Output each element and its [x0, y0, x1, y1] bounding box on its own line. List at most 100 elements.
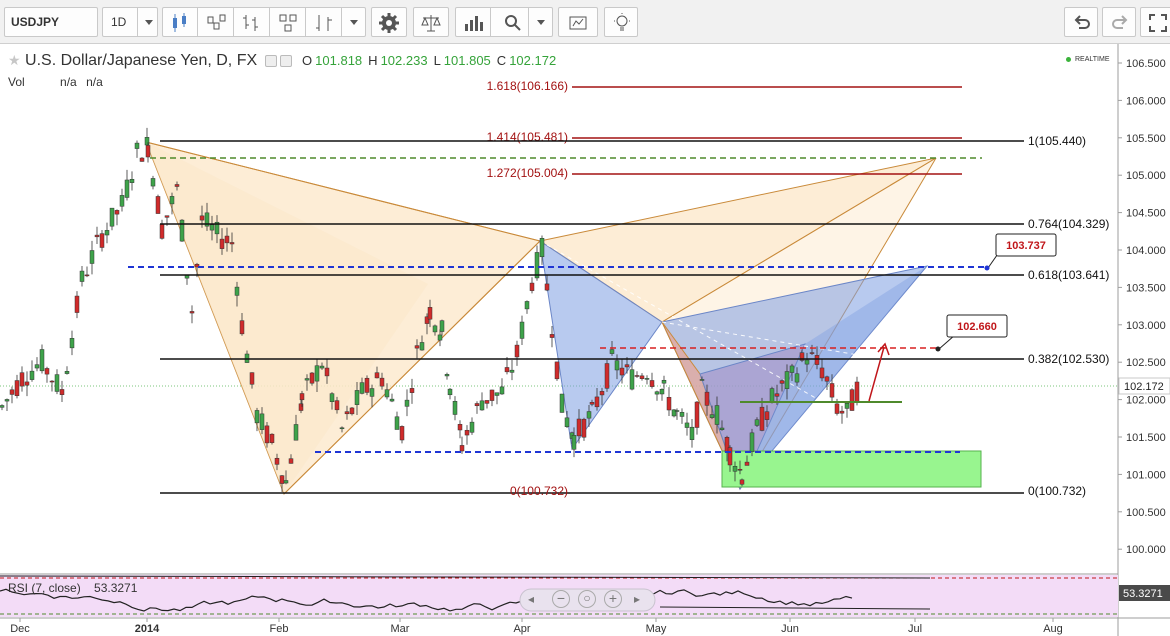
interval-select[interactable]: 1D [102, 7, 158, 37]
candle-body [334, 400, 340, 411]
candle-body [704, 391, 710, 406]
redo-button[interactable] [1102, 7, 1136, 37]
scroll-left-icon[interactable]: ◂ [528, 592, 534, 606]
candle-body [288, 458, 294, 464]
current-price-marker: 102.172 [1118, 377, 1170, 395]
fib-level-label: 0.382(102.530) [1028, 352, 1109, 366]
candle-body [124, 179, 130, 198]
svg-text:102.172: 102.172 [1124, 381, 1164, 393]
candle-body [739, 479, 745, 485]
candle-body [649, 380, 655, 387]
settings-icon[interactable] [279, 54, 292, 67]
star-icon[interactable]: ★ [8, 52, 21, 68]
bars-style-icon[interactable] [241, 12, 263, 34]
candles-style-icon[interactable] [169, 12, 191, 34]
candle-body [614, 360, 620, 371]
zoom-in-icon[interactable]: + [604, 590, 622, 608]
candle-body [759, 406, 765, 431]
candle-body [559, 393, 565, 413]
candle-body [554, 361, 560, 380]
tools-caret-icon[interactable] [537, 20, 545, 25]
search-icon[interactable] [502, 12, 524, 34]
vol-value: n/a [60, 75, 77, 89]
compare-icon[interactable] [277, 12, 299, 34]
candle-body [44, 368, 50, 375]
time-tick-label: Jun [781, 623, 799, 635]
price-chart[interactable]: 106.500 106.000 105.500 105.000 104.500 104.0… [0, 44, 1170, 636]
style-caret-icon[interactable] [350, 20, 358, 25]
interval-text: 1D [111, 15, 127, 29]
candle-body [794, 373, 800, 383]
candle-body [155, 196, 161, 214]
scroll-right-icon[interactable]: ▸ [634, 592, 640, 606]
candle-body [814, 355, 820, 365]
snapshot-button[interactable] [558, 7, 598, 37]
price-tick-label: 101.500 [1126, 432, 1166, 444]
compare-scale-button[interactable] [413, 7, 449, 37]
candle-body [529, 282, 535, 291]
lightbulb-icon [611, 12, 633, 34]
candle-body [709, 414, 715, 418]
volume-legend: Vol n/a n/a [8, 75, 109, 89]
candle-body [689, 426, 695, 440]
candle-body [719, 427, 725, 430]
bar-chart-icon[interactable] [462, 12, 484, 34]
time-tick-label: Dec [10, 623, 30, 635]
candle-body [354, 390, 360, 405]
time-tick-label: Apr [513, 623, 530, 635]
candle-body [644, 378, 650, 380]
candle-body [539, 238, 545, 258]
candle-body [586, 411, 592, 419]
candle-body [224, 235, 230, 244]
ideas-button[interactable] [604, 7, 638, 37]
candle-body [139, 157, 145, 162]
candle-body [764, 411, 770, 420]
candle-body [654, 391, 660, 395]
candle-body [209, 224, 215, 231]
candle-body [447, 388, 453, 396]
candle-body [784, 371, 790, 389]
candle-body [409, 388, 415, 393]
candle-body [659, 388, 665, 395]
candle-body [534, 252, 540, 279]
candle-body [744, 461, 750, 466]
open-value: 101.818 [315, 53, 363, 68]
candle-body [437, 334, 443, 341]
candle-body [109, 207, 115, 227]
candle-body [159, 224, 165, 239]
candle-body [679, 412, 685, 417]
candle-body [571, 435, 577, 450]
low-value: 101.805 [443, 53, 491, 68]
symbol-search-input[interactable]: USDJPY [4, 7, 98, 37]
heikin-style-icon[interactable] [205, 12, 227, 34]
reset-zoom-icon[interactable]: ○ [578, 590, 596, 608]
zoom-out-icon[interactable]: − [552, 590, 570, 608]
candle-body [804, 359, 810, 365]
candle-body [504, 367, 510, 373]
symbol-text: USDJPY [11, 15, 60, 29]
price-tick-label: 105.000 [1126, 170, 1166, 182]
candle-body [374, 372, 380, 379]
chart-area[interactable]: 106.500 106.000 105.500 105.000 104.500 104.0… [0, 44, 1170, 636]
candle-body [494, 392, 500, 396]
eye-icon[interactable] [264, 54, 277, 67]
vol-label: Vol [8, 75, 25, 89]
candle-body [604, 363, 610, 389]
candle-body [34, 364, 40, 369]
undo-button[interactable] [1064, 7, 1098, 37]
candle-body [464, 429, 470, 436]
indicators-icon[interactable] [313, 12, 335, 34]
fullscreen-icon [1147, 12, 1169, 34]
price-tick-label: 100.000 [1126, 544, 1166, 556]
candle-body [384, 389, 390, 398]
candle-body [849, 389, 855, 411]
chart-style-group [162, 7, 366, 37]
candle-body [549, 334, 555, 338]
settings-button[interactable] [371, 7, 407, 37]
candle-body [64, 371, 70, 374]
fullscreen-button[interactable] [1140, 7, 1170, 37]
target-zone[interactable] [721, 450, 982, 488]
candle-body [774, 393, 780, 397]
candle-body [674, 410, 680, 412]
candle-body [174, 184, 180, 187]
